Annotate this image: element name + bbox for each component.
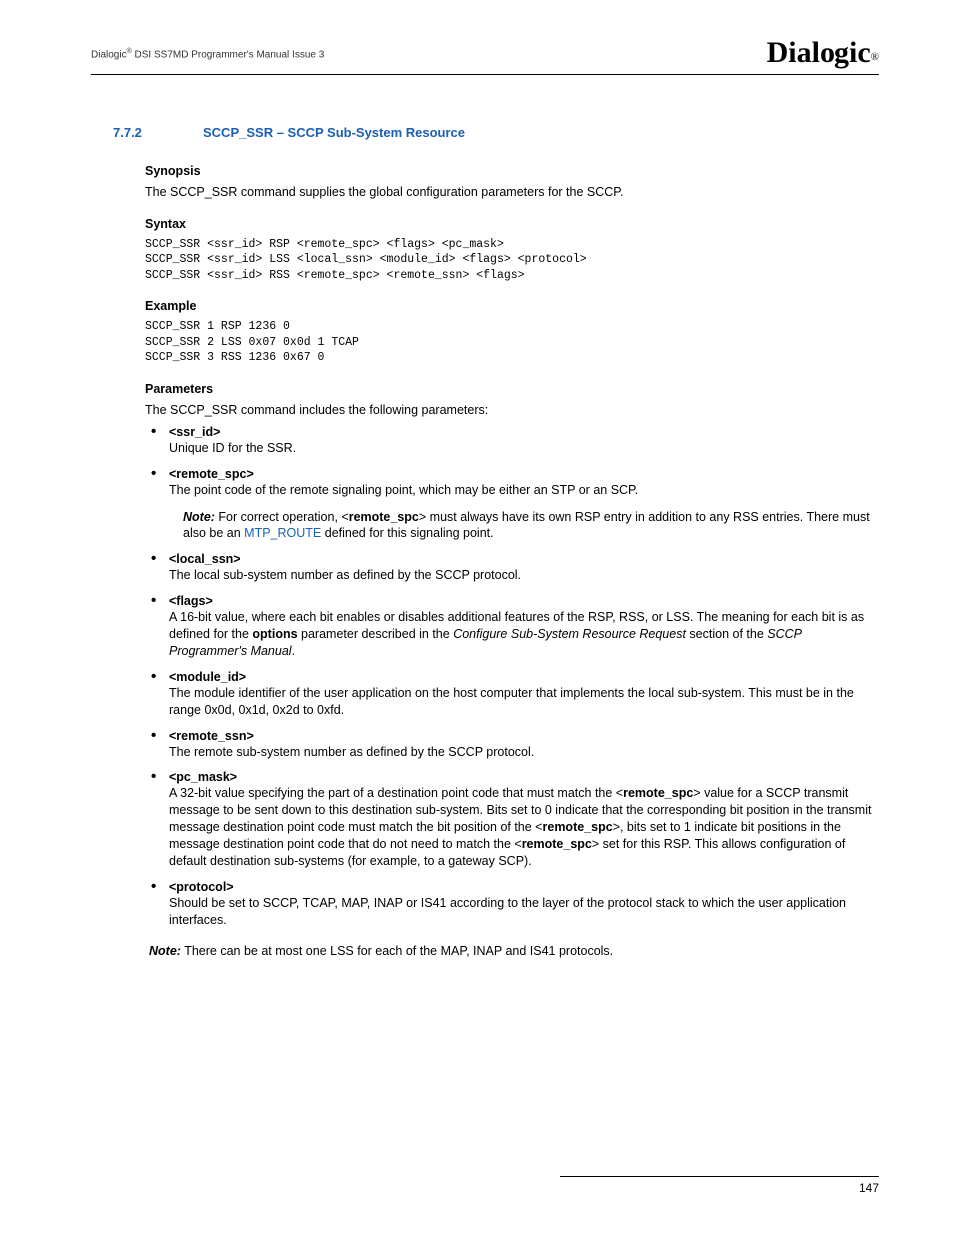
param-desc: The point code of the remote signaling p… bbox=[169, 482, 879, 499]
section-heading: 7.7.2SCCP_SSR – SCCP Sub-System Resource bbox=[113, 125, 879, 140]
note-text: For correct operation, < bbox=[215, 510, 349, 524]
note-block: Note: For correct operation, <remote_spc… bbox=[183, 509, 879, 543]
param-item: <pc_mask> A 32-bit value specifying the … bbox=[155, 770, 879, 869]
param-name: <pc_mask> bbox=[169, 770, 879, 784]
param-item: <remote_ssn> The remote sub-system numbe… bbox=[155, 729, 879, 761]
syntax-code: SCCP_SSR <ssr_id> RSP <remote_spc> <flag… bbox=[145, 237, 879, 284]
note-label: Note: bbox=[149, 944, 181, 958]
header-brand: Dialogic bbox=[91, 49, 127, 60]
param-desc: The local sub-system number as defined b… bbox=[169, 567, 879, 584]
param-bold: remote_spc bbox=[522, 837, 592, 851]
note-text: There can be at most one LSS for each of… bbox=[181, 944, 613, 958]
syntax-heading: Syntax bbox=[145, 217, 879, 231]
param-italic: Configure Sub-System Resource Request bbox=[453, 627, 686, 641]
section-number: 7.7.2 bbox=[113, 125, 203, 140]
param-item: <ssr_id> Unique ID for the SSR. bbox=[155, 425, 879, 457]
note-block: Note: There can be at most one LSS for e… bbox=[149, 943, 879, 960]
param-bold: options bbox=[252, 627, 297, 641]
mtp-route-link[interactable]: MTP_ROUTE bbox=[244, 526, 321, 540]
synopsis-heading: Synopsis bbox=[145, 164, 879, 178]
param-text: section of the bbox=[686, 627, 767, 641]
content-body: Synopsis The SCCP_SSR command supplies t… bbox=[145, 164, 879, 959]
page-number: 147 bbox=[560, 1176, 879, 1195]
param-text: parameter described in the bbox=[298, 627, 454, 641]
param-item: <module_id> The module identifier of the… bbox=[155, 670, 879, 719]
param-desc: Should be set to SCCP, TCAP, MAP, INAP o… bbox=[169, 895, 879, 929]
param-desc: The remote sub-system number as defined … bbox=[169, 744, 879, 761]
param-desc: The module identifier of the user applic… bbox=[169, 685, 879, 719]
param-text: A 32-bit value specifying the part of a … bbox=[169, 786, 623, 800]
synopsis-text: The SCCP_SSR command supplies the global… bbox=[145, 184, 879, 201]
page-header: Dialogic® DSI SS7MD Programmer's Manual … bbox=[91, 38, 879, 75]
param-item: <remote_spc> The point code of the remot… bbox=[155, 467, 879, 543]
parameters-intro: The SCCP_SSR command includes the follow… bbox=[145, 402, 879, 419]
param-name: <ssr_id> bbox=[169, 425, 879, 439]
note-bold: remote_spc bbox=[349, 510, 419, 524]
param-name: <protocol> bbox=[169, 880, 879, 894]
param-bold: remote_spc bbox=[543, 820, 613, 834]
param-name: <remote_ssn> bbox=[169, 729, 879, 743]
param-name: <remote_spc> bbox=[169, 467, 879, 481]
param-bold: remote_spc bbox=[623, 786, 693, 800]
param-item: <local_ssn> The local sub-system number … bbox=[155, 552, 879, 584]
header-subtitle: DSI SS7MD Programmer's Manual Issue 3 bbox=[132, 49, 325, 60]
param-desc: A 16-bit value, where each bit enables o… bbox=[169, 609, 879, 660]
header-doc-title: Dialogic® DSI SS7MD Programmer's Manual … bbox=[91, 38, 324, 60]
example-heading: Example bbox=[145, 299, 879, 313]
param-name: <module_id> bbox=[169, 670, 879, 684]
param-text: . bbox=[292, 644, 295, 658]
param-item: <flags> A 16-bit value, where each bit e… bbox=[155, 594, 879, 660]
example-code: SCCP_SSR 1 RSP 1236 0 SCCP_SSR 2 LSS 0x0… bbox=[145, 319, 879, 366]
param-item: <protocol> Should be set to SCCP, TCAP, … bbox=[155, 880, 879, 929]
section-title-text: SCCP_SSR – SCCP Sub-System Resource bbox=[203, 125, 465, 140]
param-name: <local_ssn> bbox=[169, 552, 879, 566]
param-name: <flags> bbox=[169, 594, 879, 608]
parameters-list: <ssr_id> Unique ID for the SSR. <remote_… bbox=[155, 425, 879, 929]
parameters-heading: Parameters bbox=[145, 382, 879, 396]
logo: Dialogic® bbox=[767, 38, 879, 72]
page-footer: 147 bbox=[560, 1176, 879, 1195]
param-desc: Unique ID for the SSR. bbox=[169, 440, 879, 457]
note-label: Note: bbox=[183, 510, 215, 524]
param-desc: A 32-bit value specifying the part of a … bbox=[169, 785, 879, 869]
note-text: defined for this signaling point. bbox=[321, 526, 493, 540]
